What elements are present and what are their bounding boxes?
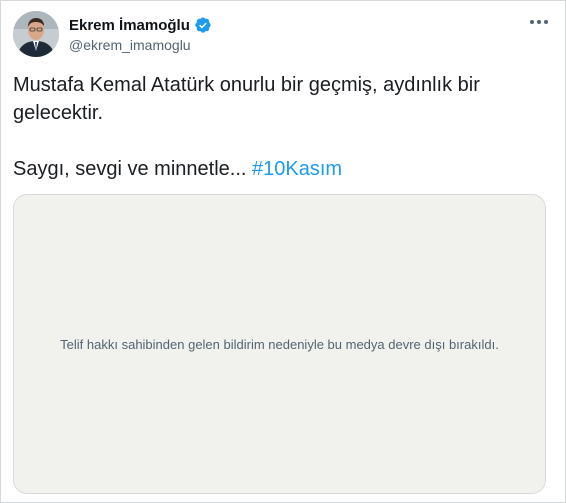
hashtag-link[interactable]: #10Kasım xyxy=(252,158,342,180)
tweet-text-line1: Mustafa Kemal Atatürk onurlu bir geçmiş,… xyxy=(13,74,480,124)
author-names: Ekrem İmamoğlu @ekrem_imamoglu xyxy=(69,15,212,53)
more-dot xyxy=(544,20,548,24)
tweet-header: Ekrem İmamoğlu @ekrem_imamoglu xyxy=(13,11,551,59)
media-disabled-notice: Telif hakkı sahibinden gelen bildirim ne… xyxy=(60,336,499,352)
tweet-text-line2-prefix: Saygı, sevgi ve minnetle... xyxy=(13,158,253,180)
disabled-media-container: Telif hakkı sahibinden gelen bildirim ne… xyxy=(13,194,546,494)
display-name-row: Ekrem İmamoğlu xyxy=(69,15,212,35)
tweet-text-line2: Saygı, sevgi ve minnetle... #10Kasım xyxy=(13,155,545,183)
display-name[interactable]: Ekrem İmamoğlu xyxy=(69,17,190,34)
more-dot xyxy=(530,20,534,24)
avatar[interactable] xyxy=(13,11,59,57)
avatar-image xyxy=(13,11,59,57)
handle[interactable]: @ekrem_imamoglu xyxy=(69,37,212,53)
more-options-icon[interactable] xyxy=(527,13,551,31)
verified-badge-icon xyxy=(194,16,212,34)
tweet-card: Ekrem İmamoğlu @ekrem_imamoglu Mustafa K… xyxy=(0,0,566,503)
more-dot xyxy=(537,20,541,24)
tweet-text: Mustafa Kemal Atatürk onurlu bir geçmiş,… xyxy=(13,71,545,183)
